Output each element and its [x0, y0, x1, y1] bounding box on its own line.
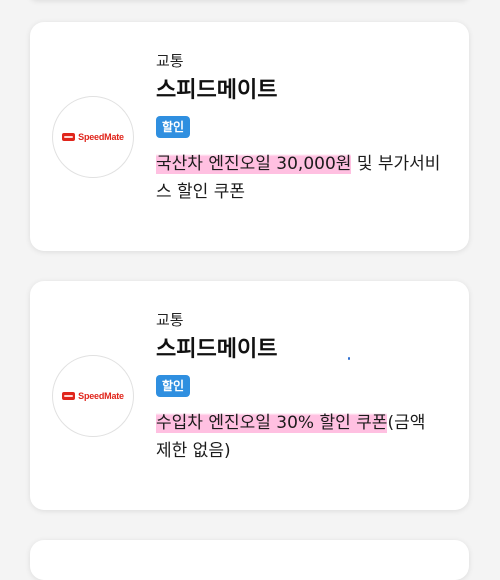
- speedmate-logo-icon: [62, 133, 76, 141]
- coupon-description: 국산차 엔진오일 30,000원 및 부가서비스 할인 쿠폰: [156, 150, 446, 206]
- logo-text: SpeedMate: [78, 391, 124, 401]
- coupon-brand: 스피드메이트: [156, 337, 278, 362]
- coupon-category: 교통: [156, 52, 184, 70]
- next-coupon-card[interactable]: [30, 540, 469, 580]
- coupon-info: 교통 스피드메이트 할인 국산차 엔진오일 30,000원 및 부가서비스 할인…: [156, 52, 446, 206]
- coupon-description: 수입차 엔진오일 30% 할인 쿠폰(금액 제한 없음): [156, 409, 446, 465]
- brand-logo: SpeedMate: [52, 355, 134, 437]
- speedmate-logo-icon: [62, 392, 76, 400]
- coupon-category: 교통: [156, 311, 184, 329]
- coupon-info: 교통 스피드메이트 할인 수입차 엔진오일 30% 할인 쿠폰(금액 제한 없음…: [156, 311, 446, 465]
- coupon-card[interactable]: SpeedMate 교통 스피드메이트 할인 수입차 엔진오일 30% 할인 쿠…: [30, 281, 469, 510]
- brand-logo: SpeedMate: [52, 96, 134, 178]
- logo-text: SpeedMate: [78, 132, 124, 142]
- discount-badge: 할인: [156, 375, 191, 397]
- coupon-card[interactable]: SpeedMate 교통 스피드메이트 할인 국산차 엔진오일 30,000원 …: [30, 22, 469, 251]
- touch-dot: [348, 357, 350, 360]
- discount-badge: 할인: [156, 116, 191, 138]
- description-highlight: 국산차 엔진오일 30,000원: [156, 154, 352, 174]
- coupon-brand: 스피드메이트: [156, 78, 278, 103]
- description-highlight: 수입차 엔진오일 30% 할인 쿠폰: [156, 413, 388, 433]
